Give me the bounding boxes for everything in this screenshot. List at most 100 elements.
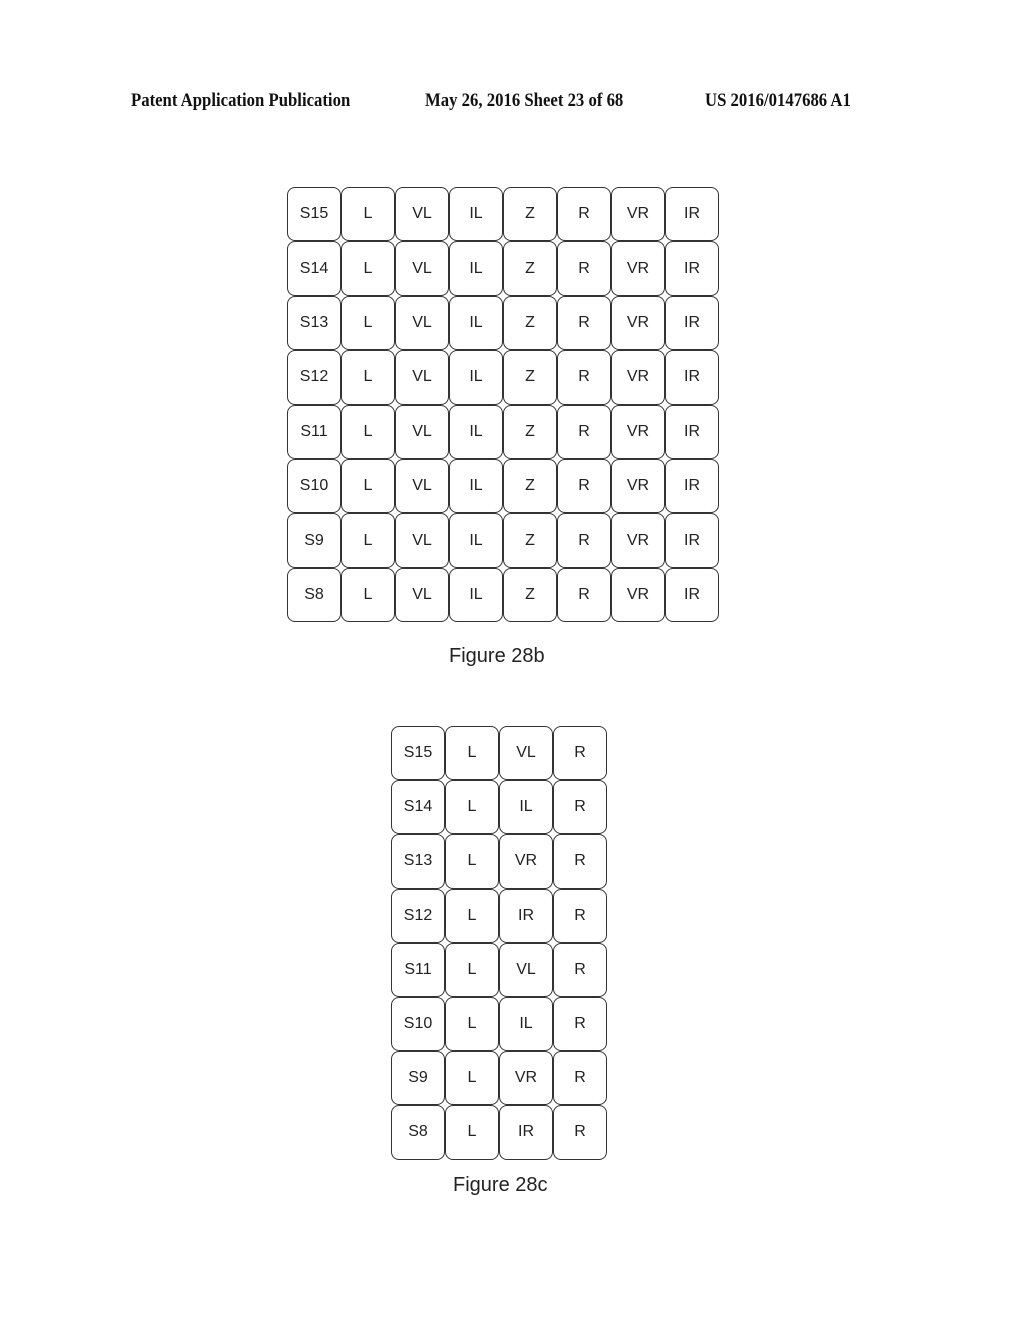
row-label-cell: S11 [287,404,341,459]
row-label-cell: S13 [287,295,341,351]
grid-cell: R [553,1105,607,1160]
grid-cell: R [557,567,611,623]
grid-cell: IL [449,187,503,242]
grid-cell: VR [611,187,665,242]
row-label-cell: S10 [391,996,445,1052]
grid-cell: VR [611,458,665,514]
grid-cell: R [557,513,611,568]
grid-cell: R [553,834,607,889]
grid-cell: Z [503,295,557,351]
row-label-cell: S12 [391,888,445,943]
grid-cell: L [445,1051,499,1106]
grid-cell: VL [395,187,449,242]
grid-cell: IL [499,780,553,835]
grid-cell: Z [503,187,557,242]
grid-cell: Z [503,404,557,459]
row-label-cell: S12 [287,350,341,405]
grid-cell: IR [665,567,719,623]
grid-cell: VR [611,350,665,405]
grid-cell: L [445,726,499,781]
grid-cell: VR [611,567,665,623]
grid-cell: R [553,888,607,943]
publication-label: Patent Application Publication [131,90,351,111]
date-sheet-label: May 26, 2016 Sheet 23 of 68 [425,90,624,111]
grid-cell: L [341,295,395,351]
grid-cell: VL [395,350,449,405]
grid-cell: IL [449,458,503,514]
grid-cell: L [445,996,499,1052]
grid-cell: IR [665,458,719,514]
grid-cell: Z [503,241,557,296]
grid-cell: Z [503,513,557,568]
grid-cell: IR [665,295,719,351]
grid-cell: Z [503,350,557,405]
grid-cell: VL [499,726,553,781]
page-header: Patent Application Publication May 26, 2… [0,90,1024,114]
grid-cell: L [341,458,395,514]
grid-cell: R [557,350,611,405]
grid-cell: VL [395,513,449,568]
row-label-cell: S15 [391,726,445,781]
grid-cell: R [553,942,607,997]
grid-cell: L [341,241,395,296]
grid-cell: IL [449,295,503,351]
figure-28c-grid: S15 L VL R S14 L IL R S13 L VR R S12 L IR R S11 L VL R S10 L I… [391,726,607,1160]
grid-cell: VR [611,295,665,351]
grid-cell: R [553,726,607,781]
grid-cell: R [553,780,607,835]
patent-number: US 2016/0147686 A1 [705,90,851,111]
grid-cell: VL [395,295,449,351]
grid-cell: R [557,187,611,242]
row-label-cell: S14 [391,780,445,835]
row-label-cell: S8 [391,1105,445,1160]
row-label-cell: S8 [287,567,341,623]
row-label-cell: S14 [287,241,341,296]
grid-cell: R [557,295,611,351]
grid-cell: IR [499,1105,553,1160]
grid-cell: L [445,1105,499,1160]
row-label-cell: S9 [287,513,341,568]
grid-cell: IR [665,404,719,459]
grid-cell: R [557,404,611,459]
grid-cell: VR [499,834,553,889]
grid-cell: IR [665,241,719,296]
grid-cell: R [553,996,607,1052]
grid-cell: R [553,1051,607,1106]
grid-cell: VL [395,241,449,296]
grid-cell: VL [395,567,449,623]
row-label-cell: S15 [287,187,341,242]
grid-cell: VL [499,942,553,997]
grid-cell: L [445,780,499,835]
grid-cell: Z [503,458,557,514]
grid-cell: IL [449,513,503,568]
row-label-cell: S11 [391,942,445,997]
figure-28b-grid: S15 L VL IL Z R VR IR S14 L VL IL Z R VR IR S13 L VL IL Z R VR… [287,187,719,623]
row-label-cell: S13 [391,834,445,889]
grid-cell: VR [611,513,665,568]
row-label-cell: S10 [287,458,341,514]
grid-cell: IL [499,996,553,1052]
grid-cell: IL [449,241,503,296]
grid-cell: VR [499,1051,553,1106]
row-label-cell: S9 [391,1051,445,1106]
grid-cell: L [341,513,395,568]
grid-cell: IL [449,567,503,623]
grid-cell: L [341,350,395,405]
grid-cell: VL [395,404,449,459]
grid-cell: IL [449,404,503,459]
grid-cell: IR [499,888,553,943]
grid-cell: IL [449,350,503,405]
grid-cell: Z [503,567,557,623]
grid-cell: IR [665,350,719,405]
grid-cell: L [341,404,395,459]
grid-cell: L [445,834,499,889]
grid-cell: L [341,187,395,242]
grid-cell: L [445,942,499,997]
grid-cell: L [341,567,395,623]
grid-cell: IR [665,187,719,242]
grid-cell: VL [395,458,449,514]
figure-28c-caption: Figure 28c [453,1174,548,1196]
figure-28b-caption: Figure 28b [449,645,545,667]
grid-cell: VR [611,241,665,296]
grid-cell: R [557,458,611,514]
